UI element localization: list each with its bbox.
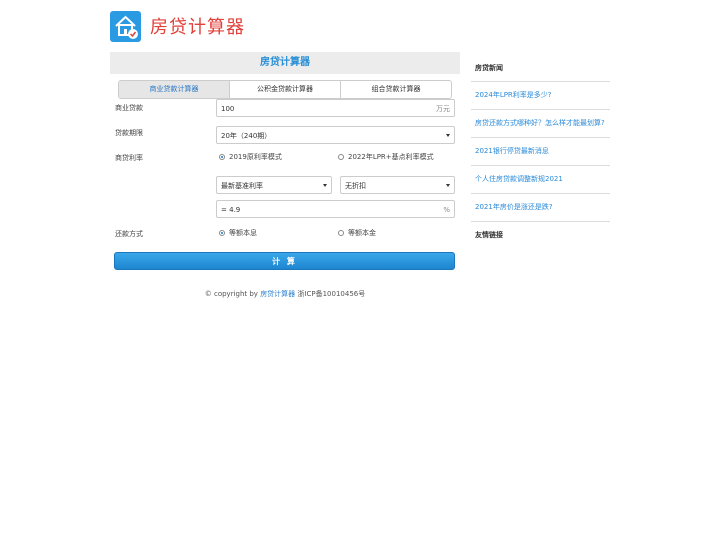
calculator-tabs: 商业贷款计算器 公积金贷款计算器 组合贷款计算器 (118, 80, 452, 99)
base-rate-value: 最新基准利率 (221, 182, 263, 190)
news-item[interactable]: 2021银行停贷最新消息 (471, 138, 610, 166)
rate-mode-2019-radio[interactable]: 2019原利率模式 (219, 152, 282, 162)
rate-mode-lpr-radio[interactable]: 2022年LPR+基点利率模式 (338, 152, 434, 162)
rate-unit: % (443, 206, 450, 214)
amount-input[interactable]: 100 万元 (216, 99, 455, 117)
amount-unit: 万元 (436, 105, 450, 113)
repay-equal-installment-radio[interactable]: 等额本息 (219, 228, 257, 238)
repay-equal-principal-radio[interactable]: 等额本金 (338, 228, 376, 238)
news-item[interactable]: 个人住房贷款调整新规2021 (471, 166, 610, 194)
news-item[interactable]: 2021年房价是涨还是跌? (471, 194, 610, 222)
tab-commercial-loan[interactable]: 商业贷款计算器 (119, 81, 229, 98)
term-label: 贷款期限 (115, 129, 143, 137)
repay-equal-installment-label: 等额本息 (229, 229, 257, 237)
base-rate-select[interactable]: 最新基准利率 (216, 176, 332, 194)
radio-checked-icon (219, 230, 225, 236)
rate-prefix: = (221, 206, 227, 214)
repay-equal-principal-label: 等额本金 (348, 229, 376, 237)
discount-value: 无折扣 (345, 182, 366, 190)
amount-value: 100 (221, 105, 235, 113)
rate-mode-2019-label: 2019原利率模式 (229, 153, 282, 161)
chevron-down-icon (323, 184, 327, 187)
news-heading: 房贷新闻 (471, 57, 610, 82)
amount-label: 商业贷款 (115, 104, 143, 112)
rate-input[interactable]: = 4.9 % (216, 200, 455, 218)
term-select[interactable]: 20年（240期） (216, 126, 455, 144)
tab-combined-loan[interactable]: 组合贷款计算器 (340, 81, 451, 98)
footer: © copyright by 房贷计算器 浙ICP备10010456号 (110, 289, 460, 299)
radio-checked-icon (219, 154, 225, 160)
term-value: 20年（240期） (221, 132, 272, 140)
news-sidebar: 房贷新闻 2024年LPR利率是多少? 房贷还款方式哪种好？怎么样才能最划算? … (471, 57, 610, 248)
rate-value: 4.9 (229, 206, 241, 214)
discount-select[interactable]: 无折扣 (340, 176, 455, 194)
rate-label: 商贷利率 (115, 154, 143, 162)
calculate-button[interactable]: 计 算 (114, 252, 455, 270)
repay-label: 还款方式 (115, 230, 143, 238)
site-header: 房贷计算器 (110, 10, 245, 42)
calculator-panel: 房贷计算器 商业贷款计算器 公积金贷款计算器 组合贷款计算器 商业贷款 100 … (110, 52, 460, 270)
footer-site-link[interactable]: 房贷计算器 (260, 290, 295, 298)
radio-unchecked-icon (338, 154, 344, 160)
news-item[interactable]: 房贷还款方式哪种好？怎么样才能最划算? (471, 110, 610, 138)
friend-links-heading: 友情链接 (475, 231, 503, 239)
panel-title: 房贷计算器 (110, 52, 460, 74)
news-item[interactable]: 2024年LPR利率是多少? (471, 82, 610, 110)
chevron-down-icon (446, 134, 450, 137)
icp-text[interactable]: 浙ICP备10010456号 (297, 290, 365, 298)
chevron-down-icon (446, 184, 450, 187)
site-title[interactable]: 房贷计算器 (150, 13, 245, 39)
tab-provident-fund-loan[interactable]: 公积金贷款计算器 (229, 81, 340, 98)
radio-unchecked-icon (338, 230, 344, 236)
rate-mode-lpr-label: 2022年LPR+基点利率模式 (348, 153, 434, 161)
house-icon[interactable] (110, 10, 141, 42)
copyright-text: © copyright by (204, 290, 258, 298)
